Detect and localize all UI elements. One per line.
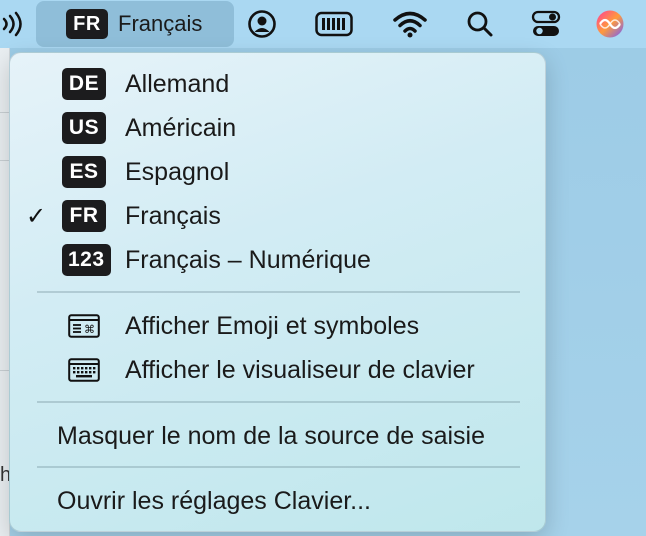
source-badge-numeric: 123	[62, 244, 111, 276]
source-badge-es: ES	[62, 156, 106, 188]
source-label-de: Allemand	[125, 69, 230, 98]
menu-item-source-de[interactable]: DE Allemand	[10, 62, 547, 106]
source-badge-us: US	[62, 112, 106, 144]
menu-item-show-emoji[interactable]: ⌘ Afficher Emoji et symboles	[10, 304, 547, 348]
hide-source-name-label: Masquer le nom de la source de saisie	[57, 421, 486, 450]
menu-item-show-keyboard-viewer[interactable]: Afficher le visualiseur de clavier	[10, 348, 547, 392]
svg-text:⌘: ⌘	[84, 323, 95, 336]
user-icon[interactable]	[244, 0, 280, 48]
emoji-symbols-icon: ⌘	[68, 314, 100, 338]
open-keyboard-settings-label: Ouvrir les réglages Clavier...	[57, 486, 372, 515]
menu-separator	[37, 466, 520, 468]
source-badge-fr: FR	[62, 200, 106, 232]
menu-separator	[37, 401, 520, 403]
menu-item-open-keyboard-settings[interactable]: Ouvrir les réglages Clavier...	[10, 479, 547, 523]
menu-item-source-es[interactable]: ES Espagnol	[10, 150, 547, 194]
menu-item-source-fr[interactable]: ✓ FR Français	[10, 194, 547, 238]
source-label-fr: Français	[125, 201, 221, 230]
source-label-numeric: Français – Numérique	[125, 245, 371, 274]
menu-bar: FR Français	[0, 0, 646, 48]
sound-icon[interactable]	[0, 0, 26, 48]
menu-item-hide-source-name[interactable]: Masquer le nom de la source de saisie	[10, 414, 547, 458]
source-label-us: Américain	[125, 113, 237, 142]
siri-icon[interactable]	[592, 0, 628, 48]
source-badge-de: DE	[62, 68, 106, 100]
input-source-dropdown-menu: DE Allemand US Américain ES Espagnol ✓ F…	[9, 52, 546, 532]
source-label-es: Espagnol	[125, 157, 230, 186]
keyboard-viewer-icon	[68, 358, 100, 382]
wifi-icon[interactable]	[390, 0, 430, 48]
menu-item-source-us[interactable]: US Américain	[10, 106, 547, 150]
input-source-badge: FR	[66, 9, 108, 39]
checkmark-icon: ✓	[26, 202, 47, 230]
search-icon[interactable]	[462, 0, 498, 48]
input-source-menu-button[interactable]: FR Français	[36, 1, 234, 47]
battery-icon[interactable]	[314, 0, 354, 48]
control-center-icon[interactable]	[528, 0, 564, 48]
show-emoji-label: Afficher Emoji et symboles	[125, 311, 420, 340]
menu-item-source-fr-numeric[interactable]: 123 Français – Numérique	[10, 238, 547, 282]
menu-separator	[37, 291, 520, 293]
show-keyboard-viewer-label: Afficher le visualiseur de clavier	[125, 355, 475, 384]
input-source-label: Français	[118, 11, 203, 36]
